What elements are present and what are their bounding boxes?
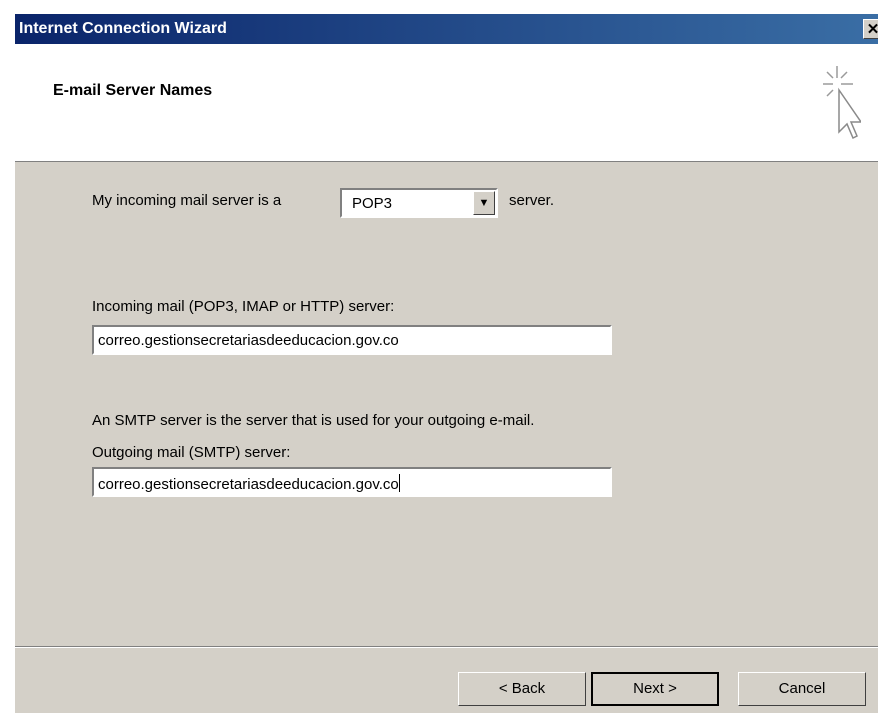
page-title: E-mail Server Names [53, 82, 213, 99]
server-type-value: POP3 [352, 195, 393, 212]
smtp-info-text: An SMTP server is the server that is use… [92, 412, 535, 429]
chevron-down-icon[interactable]: ▼ [473, 191, 495, 215]
window-title: Internet Connection Wizard [19, 20, 227, 37]
next-button[interactable]: Next > [591, 672, 719, 706]
wizard-header: E-mail Server Names [15, 44, 878, 162]
server-type-prefix-label: My incoming mail server is a [92, 192, 282, 209]
outgoing-server-label: Outgoing mail (SMTP) server: [92, 444, 291, 461]
footer-divider [15, 646, 878, 648]
close-button[interactable]: ✕ [863, 19, 878, 39]
server-type-select[interactable]: POP3 ▼ [340, 188, 498, 218]
incoming-server-value: correo.gestionsecretariasdeeducacion.gov… [98, 332, 399, 349]
incoming-server-input[interactable]: correo.gestionsecretariasdeeducacion.gov… [92, 325, 612, 355]
outgoing-server-input[interactable]: correo.gestionsecretariasdeeducacion.gov… [92, 467, 612, 497]
outgoing-server-value: correo.gestionsecretariasdeeducacion.gov… [98, 476, 399, 493]
background-desktop-strip [0, 0, 878, 14]
title-bar: Internet Connection Wizard ✕ [15, 14, 878, 44]
text-caret [398, 474, 400, 492]
close-icon: ✕ [866, 21, 878, 38]
back-button[interactable]: < Back [458, 672, 586, 706]
cancel-button[interactable]: Cancel [738, 672, 866, 706]
server-type-suffix-label: server. [509, 192, 555, 209]
outgoing-server-value-wrap: correo.gestionsecretariasdeeducacion.gov… [98, 474, 400, 493]
incoming-server-label: Incoming mail (POP3, IMAP or HTTP) serve… [92, 298, 395, 315]
wizard-dialog: Internet Connection Wizard ✕ E-mail Serv… [14, 14, 878, 713]
wizard-sparkle-cursor-icon [823, 66, 861, 140]
